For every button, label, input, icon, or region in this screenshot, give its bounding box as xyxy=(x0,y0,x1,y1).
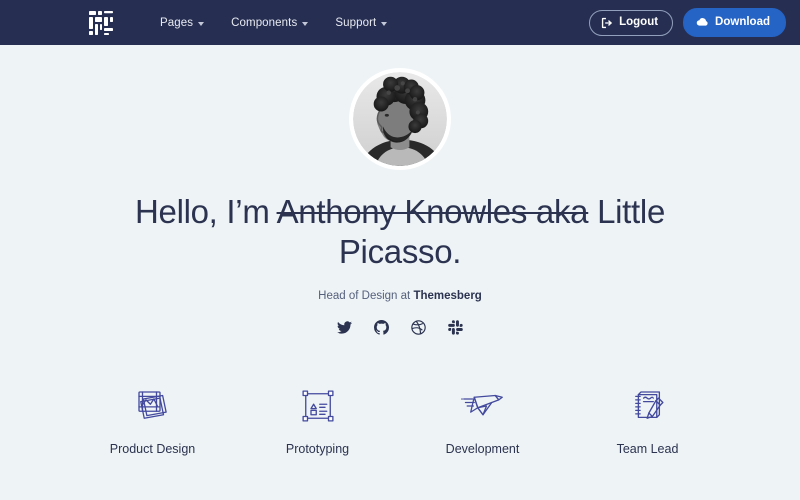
feature-prototyping[interactable]: Prototyping xyxy=(235,382,400,456)
hero-section: Hello, I’m Anthony Knowles aka Little Pi… xyxy=(0,45,800,335)
cloud-download-icon xyxy=(696,16,709,29)
nav-link-support-label: Support xyxy=(335,16,377,29)
page-title: Hello, I’m Anthony Knowles aka Little Pi… xyxy=(0,192,800,273)
notepad-pencil-icon xyxy=(565,382,730,430)
feature-label: Development xyxy=(445,441,520,456)
github-icon[interactable] xyxy=(374,319,389,335)
nav-link-pages[interactable]: Pages xyxy=(160,16,205,29)
nav-link-components[interactable]: Components xyxy=(231,16,309,29)
hero-subtitle: Head of Design at Themesberg xyxy=(0,290,800,302)
themesberg-link[interactable]: Themesberg xyxy=(413,290,481,302)
hero-subtitle-prefix: Head of Design at xyxy=(318,289,414,302)
feature-label: Team Lead xyxy=(616,441,679,456)
grid-blocks-logo-icon[interactable] xyxy=(88,10,114,36)
feature-product-design[interactable]: Product Design xyxy=(70,382,235,456)
avatar-photo xyxy=(353,72,447,166)
avatar xyxy=(349,68,451,170)
nav-actions: Logout Download xyxy=(589,8,786,37)
chevron-down-icon xyxy=(198,21,205,26)
features-section: Product Design Prototyping Development T… xyxy=(0,382,800,456)
feature-development[interactable]: Development xyxy=(400,382,565,456)
feature-label: Prototyping xyxy=(285,441,350,456)
chevron-down-icon xyxy=(381,21,388,26)
feature-label: Product Design xyxy=(109,441,196,456)
nav-link-support[interactable]: Support xyxy=(335,16,388,29)
top-navbar: Pages Components Support Logout Download xyxy=(0,0,800,45)
download-button-label: Download xyxy=(715,15,770,28)
wireframe-icon xyxy=(235,382,400,430)
dribbble-icon[interactable] xyxy=(411,319,426,335)
nav-link-pages-label: Pages xyxy=(160,16,194,29)
download-button[interactable]: Download xyxy=(683,8,786,37)
slack-icon[interactable] xyxy=(448,319,463,335)
nav-link-components-label: Components xyxy=(231,16,298,29)
chevron-down-icon xyxy=(302,21,309,26)
nav-links: Pages Components Support xyxy=(160,16,388,29)
feature-team-lead[interactable]: Team Lead xyxy=(565,382,730,456)
logout-button-label: Logout xyxy=(619,15,659,28)
hero-struck-name: Anthony Knowles aka xyxy=(276,193,589,230)
sign-out-icon xyxy=(601,17,613,29)
social-links xyxy=(0,319,800,335)
twitter-icon[interactable] xyxy=(337,320,352,335)
artboards-stack-icon xyxy=(70,382,235,430)
logout-button[interactable]: Logout xyxy=(589,9,674,36)
hero-greeting: Hello, I’m xyxy=(134,193,277,230)
origami-bird-icon xyxy=(400,382,565,430)
